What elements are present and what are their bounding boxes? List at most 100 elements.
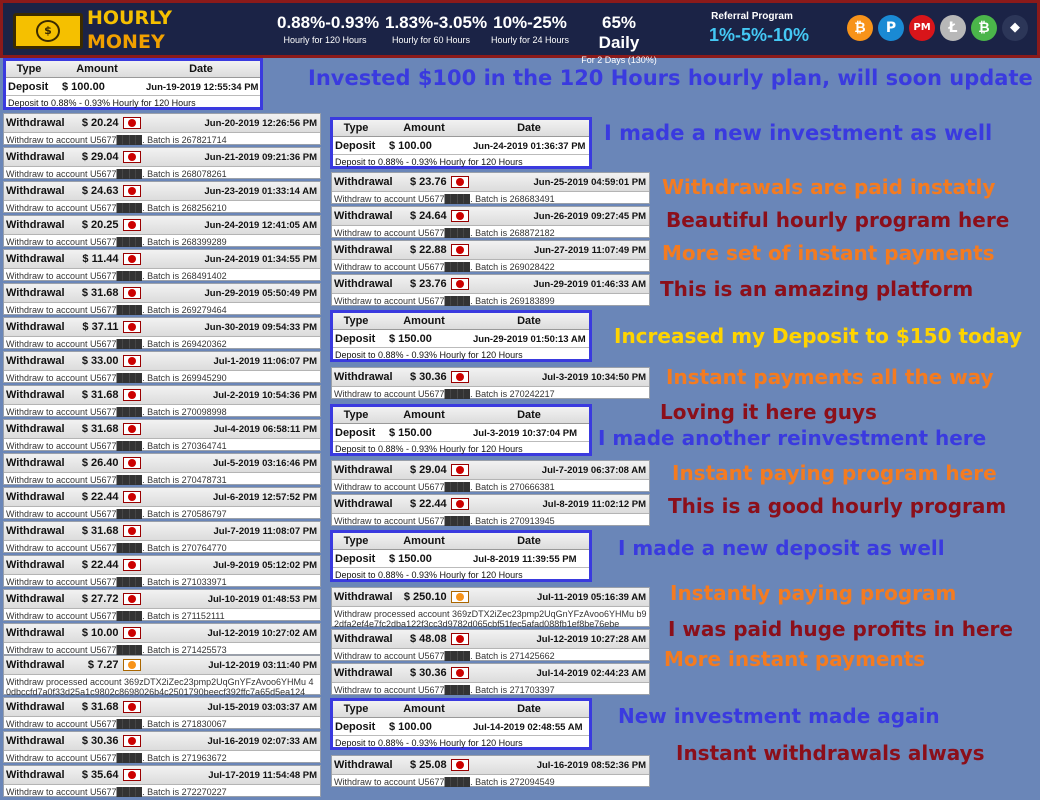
record-date: Jul-8-2019 11:02:12 PM	[542, 499, 646, 510]
record-amount: $ 30.36	[409, 371, 447, 383]
ethereum-icon: ◆	[1002, 15, 1028, 41]
record-amount: $ 37.11	[82, 321, 119, 333]
deposit-row: Deposit $ 150.00 Jul-8-2019 11:39:55 PM	[333, 550, 589, 568]
testimonial-caption: Instant payments all the way	[666, 365, 994, 389]
table-header: Type Amount Date	[333, 533, 589, 550]
col-type: Type	[343, 703, 369, 715]
record-amount: $ 20.25	[81, 219, 119, 231]
record-header: Withdrawal $ 29.04 Jul-7-2019 06:37:08 AM	[332, 461, 649, 480]
logo-text-top: HOURLY	[87, 7, 173, 29]
col-amount: Amount	[403, 315, 445, 327]
withdrawal-record: Withdrawal $ 23.76 Jun-29-2019 01:46:33 AM…	[331, 274, 650, 306]
record-amount: $ 10.00	[81, 627, 119, 639]
withdrawal-record: Withdrawal $ 24.63 Jun-23-2019 01:33:14 AM…	[3, 181, 321, 213]
withdrawal-record: Withdrawal $ 22.44 Jul-6-2019 12:57:52 PM W…	[3, 487, 321, 519]
record-amount: $ 27.72	[81, 593, 119, 605]
record-detail: Withdraw to account U5677████. Batch is …	[334, 296, 555, 306]
rate-plan-1-desc: Hourly for 120 Hours	[283, 35, 367, 45]
litecoin-icon: Ł	[940, 15, 966, 41]
referral-title: Referral Program	[711, 11, 793, 22]
record-detail: Withdraw to account U5677████. Batch is …	[334, 228, 555, 238]
record-date: Jul-12-2019 03:11:40 PM	[208, 660, 317, 671]
perfectmoney-icon	[122, 525, 141, 537]
record-amount: $ 48.08	[409, 633, 447, 645]
record-header: Withdrawal $ 22.88 Jun-27-2019 11:07:49 PM	[332, 241, 649, 260]
table-header: Type Amount Date	[333, 313, 589, 330]
testimonial-caption: Withdrawals are paid instatly	[662, 175, 996, 199]
record-date: Jul-16-2019 08:52:36 PM	[536, 760, 646, 771]
record-detail: Withdraw to account U5677████. Batch is …	[6, 753, 227, 763]
withdrawal-record: Withdrawal $ 30.36 Jul-16-2019 02:07:33 AM…	[3, 731, 321, 763]
record-amount: $ 23.76	[409, 278, 447, 290]
rate-plan-4: 65% Daily For 2 Days (130%)	[581, 13, 657, 65]
referral-program[interactable]: Referral Program 1%-5%-10%	[709, 11, 809, 46]
deposit-amount: $ 150.00	[389, 553, 432, 565]
record-amount: $ 31.68	[81, 423, 119, 435]
record-date: Jun-23-2019 01:33:14 AM	[204, 186, 317, 197]
record-date: Jun-20-2019 12:26:56 PM	[204, 118, 317, 129]
record-header: Withdrawal $ 22.44 Jul-6-2019 12:57:52 PM	[4, 488, 320, 507]
record-date: Jun-21-2019 09:21:36 PM	[204, 152, 317, 163]
record-header: Withdrawal $ 37.11 Jun-30-2019 09:54:33 PM	[4, 318, 320, 337]
deposit-date: Jul-3-2019 10:37:04 PM	[473, 428, 578, 439]
record-amount: $ 250.10	[403, 591, 447, 603]
deposit-amount: $ 150.00	[389, 427, 432, 439]
withdrawal-record: Withdrawal $ 22.44 Jul-9-2019 05:12:02 PM W…	[3, 555, 321, 587]
perfectmoney-icon	[122, 151, 141, 163]
withdrawal-record: Withdrawal $ 30.36 Jul-3-2019 10:34:50 PM W…	[331, 367, 650, 399]
withdrawal-record: Withdrawal $ 11.44 Jun-24-2019 01:34:55 PM…	[3, 249, 321, 281]
record-header: Withdrawal $ 35.64 Jul-17-2019 11:54:48 PM	[4, 766, 320, 785]
record-amount: $ 24.63	[81, 185, 119, 197]
testimonial-caption: Beautiful hourly program here	[666, 208, 1010, 232]
record-date: Jul-17-2019 11:54:48 PM	[208, 770, 317, 781]
record-date: Jun-24-2019 01:34:55 PM	[204, 254, 317, 265]
record-date: Jul-6-2019 12:57:52 PM	[212, 492, 317, 503]
record-amount: $ 31.68	[81, 389, 119, 401]
record-detail: Withdraw to account U5677████. Batch is …	[6, 787, 227, 797]
perfectmoney-icon	[450, 667, 469, 679]
record-header: Withdrawal $ 31.68 Jul-2-2019 10:54:36 PM	[4, 386, 320, 405]
record-header: Withdrawal $ 33.00 Jul-1-2019 11:06:07 PM	[4, 352, 320, 371]
testimonial-caption: Invested $100 in the 120 Hours hourly pl…	[308, 66, 1033, 90]
col-amount: Amount	[76, 63, 118, 75]
record-header: Withdrawal $ 30.36 Jul-14-2019 02:44:23 AM	[332, 664, 649, 683]
record-date: Jul-15-2019 03:03:37 AM	[207, 702, 317, 713]
col-date: Date	[517, 122, 541, 134]
hourly-money-logo[interactable]: $ HOURLY MONEY	[9, 7, 172, 55]
deposit-row: Deposit $ 150.00 Jun-29-2019 01:50:13 AM	[333, 330, 589, 348]
record-detail: Withdraw to account U5677████. Batch is …	[334, 777, 555, 787]
record-detail: Withdraw to account U5677████. Batch is …	[6, 719, 227, 729]
testimonial-caption: Instant withdrawals always	[676, 741, 985, 765]
perfectmoney-icon	[122, 769, 141, 781]
record-detail: Withdraw to account U5677████. Batch is …	[6, 305, 227, 315]
withdrawal-record: Withdrawal $ 25.08 Jul-16-2019 08:52:36 PM…	[331, 755, 650, 787]
deposit-amount: $ 100.00	[389, 140, 432, 152]
withdrawal-record: Withdrawal $ 23.76 Jun-25-2019 04:59:01 PM…	[331, 172, 650, 204]
deposit-detail: Deposit to 0.88% - 0.93% Hourly for 120 …	[335, 738, 523, 748]
deposit-amount: $ 150.00	[389, 333, 432, 345]
perfectmoney-icon	[122, 185, 141, 197]
record-detail: Withdraw to account U5677████. Batch is …	[334, 194, 555, 204]
record-header: Withdrawal $ 31.68 Jul-4-2019 06:58:11 PM	[4, 420, 320, 439]
record-header: Withdrawal $ 25.08 Jul-16-2019 08:52:36 PM	[332, 756, 649, 775]
record-date: Jul-7-2019 06:37:08 AM	[541, 465, 646, 476]
table-header: Type Amount Date	[333, 407, 589, 424]
record-detail: Withdraw to account U5677████. Batch is …	[6, 373, 227, 383]
record-date: Jun-29-2019 01:46:33 AM	[533, 279, 646, 290]
table-header: Type Amount Date	[333, 120, 589, 137]
record-date: Jun-24-2019 12:41:05 AM	[204, 220, 317, 231]
deposit-date: Jul-8-2019 11:39:55 PM	[473, 554, 577, 565]
record-date: Jul-7-2019 11:08:07 PM	[213, 526, 317, 537]
withdrawal-record: Withdrawal $ 20.24 Jun-20-2019 12:26:56 PM…	[3, 113, 321, 145]
record-date: Jul-1-2019 11:06:07 PM	[213, 356, 317, 367]
col-amount: Amount	[403, 703, 445, 715]
record-header: Withdrawal $ 23.76 Jun-29-2019 01:46:33 AM	[332, 275, 649, 294]
testimonial-caption: Instantly paying program	[670, 581, 957, 605]
record-header: Withdrawal $ 250.10 Jul-11-2019 05:16:39 A…	[332, 588, 649, 607]
record-amount: $ 29.04	[81, 151, 119, 163]
perfectmoney-icon	[450, 244, 469, 256]
record-detail: Withdraw to account U5677████. Batch is …	[334, 389, 555, 399]
record-amount: $ 24.64	[409, 210, 447, 222]
withdrawal-record: Withdrawal $ 29.04 Jul-7-2019 06:37:08 AM W…	[331, 460, 650, 492]
record-detail: Withdraw to account U5677████. Batch is …	[6, 237, 227, 247]
